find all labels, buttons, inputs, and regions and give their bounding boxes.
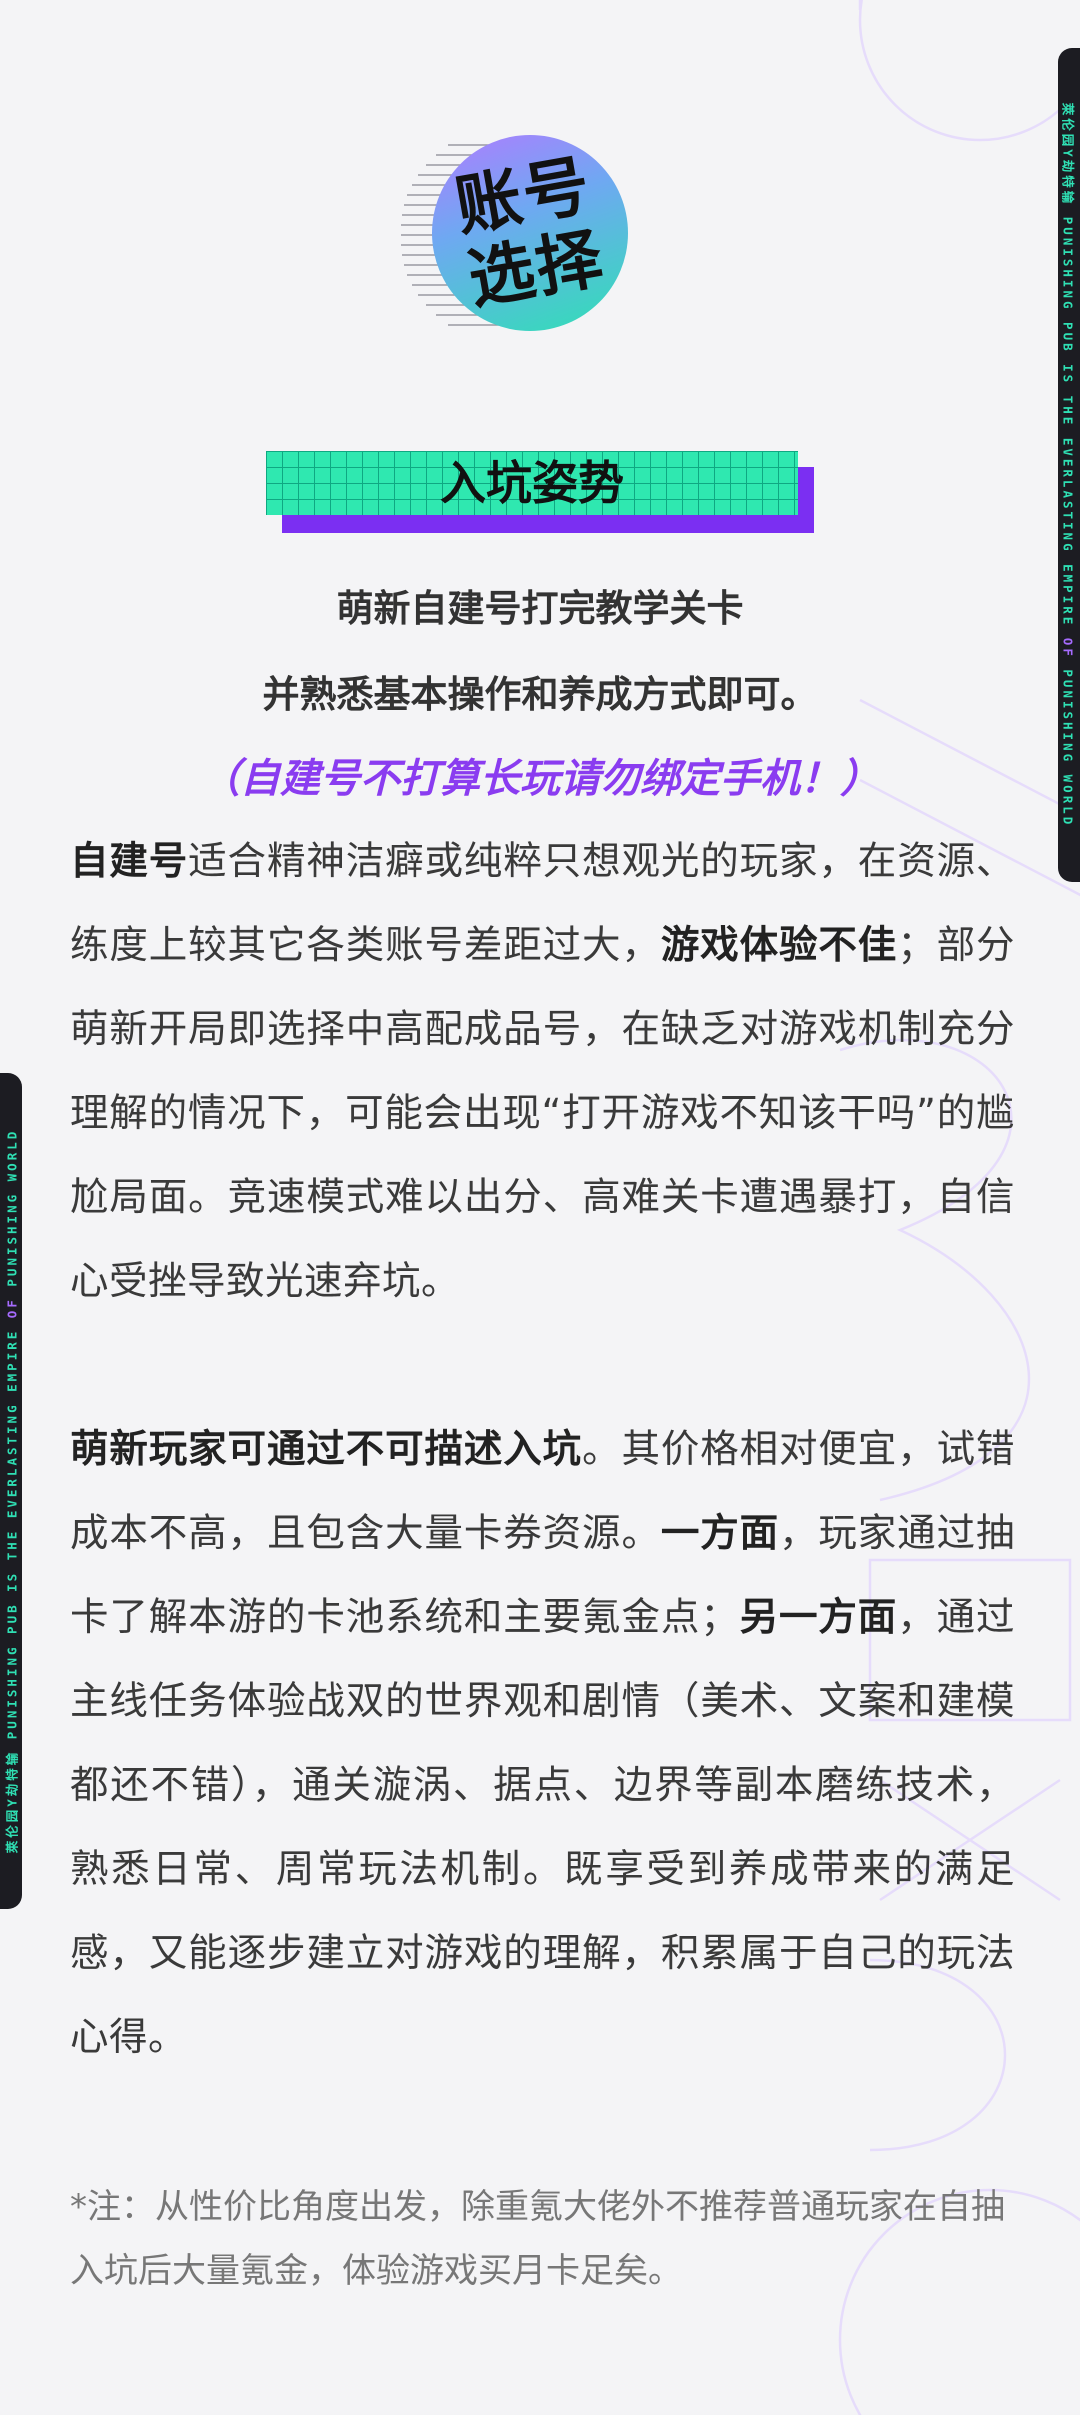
intro-warning-note: （自建号不打算长玩请勿绑定手机！） (200, 756, 880, 802)
banner-cn-text: 萊伦园Y劫特输 (4, 1749, 20, 1854)
intro-line-2: 并熟悉基本操作和养成方式即可。 (262, 673, 818, 716)
right-banner-text: 萊伦园Y劫特输 PUNISHING PUB IS THE EVERLASTING… (1060, 103, 1079, 828)
para2-text-c: ，通过主线任务体验战双的世界观和剧情（美术、文案和建模都还不错），通关漩涡、据点… (70, 1595, 1015, 2060)
section-title: 入坑姿势 (440, 456, 624, 510)
banner-cn-text: 萊伦园Y劫特输 (1060, 102, 1076, 207)
para1-emphasis: 游戏体验不佳 (660, 923, 898, 968)
section-header: 入坑姿势 (266, 451, 814, 533)
paragraph-self-built-account: 自建号适合精神洁癖或纯粹只想观光的玩家，在资源、练度上较其它各类账号差距过大，游… (70, 820, 1015, 1324)
right-side-banner: 萊伦园Y劫特输 PUNISHING PUB IS THE EVERLASTING… (1058, 48, 1080, 882)
para1-text-b: ；部分萌新开局即选择中高配成品号，在缺乏对游戏机制充分理解的情况下，可能会出现“… (70, 923, 1015, 1304)
banner-en-text-b: OF (4, 1286, 20, 1329)
banner-en-text-c: PUNISHING WORLD (1060, 669, 1076, 828)
banner-en-text-a: PUNISHING PUB IS THE EVERLASTING EMPIRE (4, 1328, 20, 1740)
para1-keyword: 自建号 (70, 839, 189, 884)
footnote: *注：从性价比角度出发，除重氪大佬外不推荐普通玩家在自抽入坑后大量氪金，体验游戏… (70, 2187, 1005, 2291)
intro-line-1: 萌新自建号打完教学关卡 (336, 587, 744, 630)
para2-keyword: 萌新玩家可通过不可描述入坑 (70, 1427, 583, 1472)
para2-emphasis-b: 另一方面 (739, 1595, 898, 1640)
banner-en-text-a: PUNISHING PUB IS THE EVERLASTING EMPIRE (1060, 216, 1076, 628)
paragraph-newbie-entry: 萌新玩家可通过不可描述入坑。其价格相对便宜，试错成本不高，且包含大量卡券资源。一… (70, 1408, 1015, 2080)
title-badge: 账号 选择 (400, 135, 630, 335)
para2-emphasis-a: 一方面 (660, 1511, 780, 1556)
left-side-banner: 萊伦园Y劫特输 PUNISHING PUB IS THE EVERLASTING… (0, 1073, 22, 1909)
banner-en-text-b: OF (1060, 627, 1076, 670)
left-banner-text: 萊伦园Y劫特输 PUNISHING PUB IS THE EVERLASTING… (2, 1129, 21, 1854)
banner-en-text-c: PUNISHING WORLD (4, 1128, 20, 1287)
